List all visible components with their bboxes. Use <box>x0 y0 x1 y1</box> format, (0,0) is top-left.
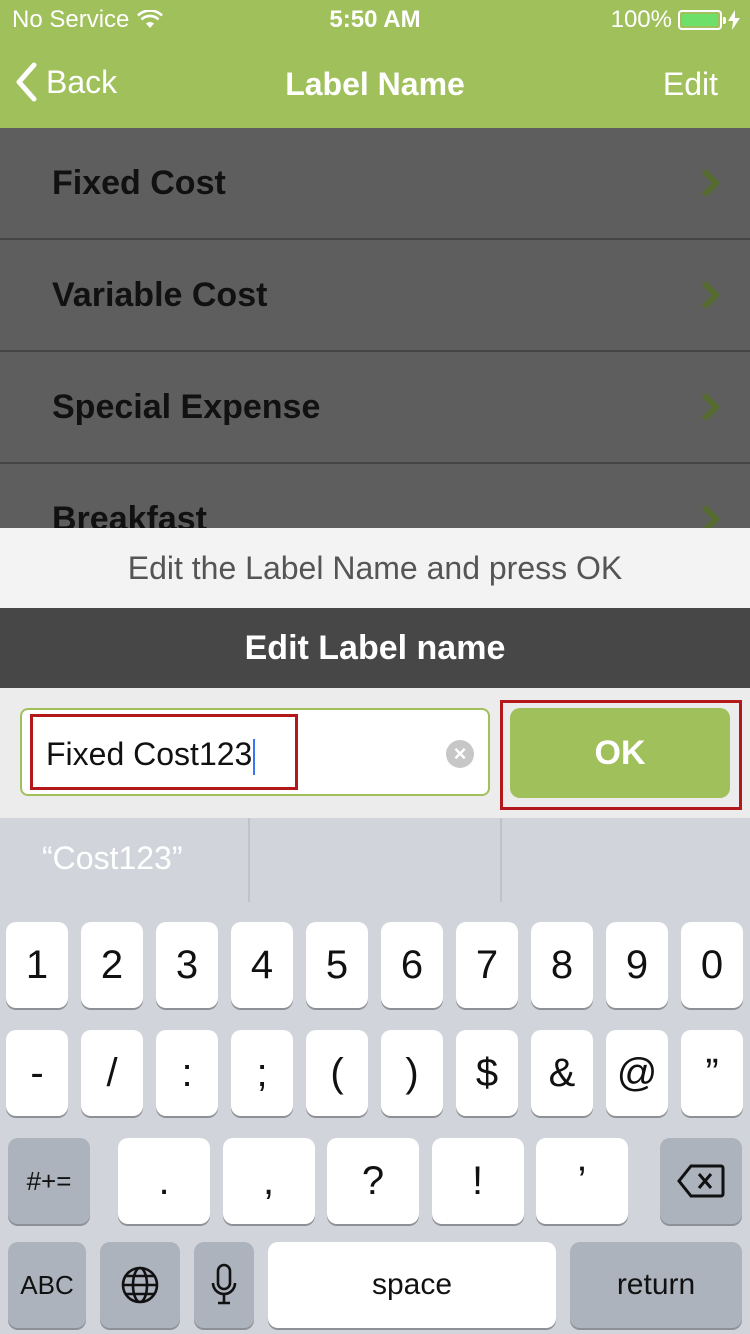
status-right: 100% <box>611 6 740 34</box>
key-1[interactable]: 1 <box>6 922 68 1008</box>
suggestion-item[interactable]: “Cost123” <box>42 818 183 902</box>
key-symbol[interactable]: ( <box>306 1030 368 1116</box>
input-value: Fixed Cost123 <box>46 736 256 775</box>
list-item-label: Breakfast <box>52 500 207 528</box>
chevron-right-icon <box>701 280 721 310</box>
wifi-icon <box>137 10 164 28</box>
hint-text: Edit the Label Name and press OK <box>0 528 750 608</box>
backspace-icon <box>677 1164 725 1198</box>
key-punctuation[interactable]: ! <box>431 1138 524 1224</box>
delete-key[interactable] <box>660 1138 742 1224</box>
globe-icon <box>121 1266 159 1304</box>
key-7[interactable]: 7 <box>456 922 518 1008</box>
battery-fill <box>682 14 718 26</box>
list-item-special-expense[interactable]: Special Expense <box>0 352 750 464</box>
keyboard: #+= ABC space return 1 2 3 4 5 6 7 8 9 0 - /:;() $ & @… <box>0 902 750 1334</box>
key-8[interactable]: 8 <box>531 922 593 1008</box>
list-item-label: Variable Cost <box>52 276 268 314</box>
key-symbols[interactable]: #+= <box>8 1138 90 1224</box>
carrier-text: No Service <box>12 6 130 33</box>
back-chevron-icon <box>16 62 37 102</box>
key-punctuation[interactable]: . <box>118 1138 210 1224</box>
key-5[interactable]: 5 <box>306 922 368 1008</box>
list-item-label: Fixed Cost <box>52 164 226 202</box>
chevron-right-icon <box>701 504 721 528</box>
key-punctuation[interactable]: ? <box>327 1138 419 1224</box>
list-item-variable-cost[interactable]: Variable Cost <box>0 240 750 352</box>
navigation-bar: Back Label Name Edit <box>0 40 750 128</box>
suggestion-divider <box>500 818 502 902</box>
status-bar: No Service 5:50 AM 100% <box>0 0 750 40</box>
key-symbol[interactable]: $ <box>456 1030 518 1116</box>
key-3[interactable]: 3 <box>156 922 218 1008</box>
list-item-fixed-cost[interactable]: Fixed Cost <box>0 128 750 240</box>
key-6[interactable]: 6 <box>381 922 443 1008</box>
suggestion-divider <box>248 818 250 902</box>
key-9[interactable]: 9 <box>606 922 668 1008</box>
label-name-input[interactable]: Fixed Cost123 × <box>20 708 490 796</box>
chevron-right-icon <box>701 392 721 422</box>
key-dictation[interactable] <box>194 1242 254 1328</box>
list-item-breakfast[interactable]: Breakfast <box>0 464 750 528</box>
key-globe[interactable] <box>100 1242 180 1328</box>
key-symbol[interactable]: - <box>6 1030 68 1116</box>
label-list: Fixed Cost Variable Cost Special Expense… <box>0 128 750 528</box>
key-symbol[interactable]: ” <box>681 1030 743 1116</box>
key-symbol[interactable]: @ <box>606 1030 668 1116</box>
suggestion-bar: “Cost123” <box>0 818 750 902</box>
key-return[interactable]: return <box>570 1242 742 1328</box>
key-punctuation[interactable]: ’ <box>536 1138 628 1224</box>
back-button[interactable]: Back <box>14 62 117 102</box>
key-symbol[interactable]: & <box>531 1030 593 1116</box>
modal-title: Edit Label name <box>0 608 750 688</box>
key-4[interactable]: 4 <box>231 922 293 1008</box>
key-2[interactable]: 2 <box>81 922 143 1008</box>
key-space[interactable]: space <box>268 1242 556 1328</box>
charging-icon <box>728 10 740 30</box>
key-symbol[interactable]: : <box>156 1030 218 1116</box>
battery-icon <box>678 10 726 30</box>
key-punctuation[interactable]: , <box>222 1138 315 1224</box>
key-symbol[interactable]: ) <box>381 1030 443 1116</box>
edit-button[interactable]: Edit <box>663 66 718 103</box>
status-left: No Service <box>12 6 164 34</box>
key-abc[interactable]: ABC <box>8 1242 86 1328</box>
battery-percent: 100% <box>610 6 672 33</box>
key-symbol[interactable]: ; <box>231 1030 293 1116</box>
chevron-right-icon <box>701 168 721 198</box>
key-symbol[interactable]: / <box>81 1030 143 1116</box>
key-0[interactable]: 0 <box>681 922 743 1008</box>
ok-button[interactable]: OK <box>510 708 730 798</box>
text-caret <box>253 738 256 775</box>
microphone-icon <box>211 1263 237 1305</box>
list-item-label: Special Expense <box>52 388 321 426</box>
back-label: Back <box>46 63 118 100</box>
clear-icon[interactable]: × <box>446 740 474 768</box>
